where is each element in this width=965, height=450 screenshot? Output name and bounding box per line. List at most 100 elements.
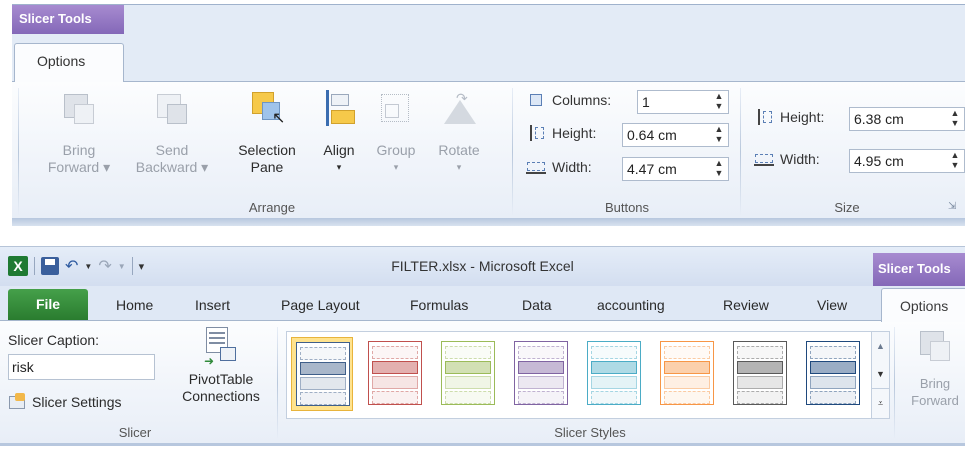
swatch-bar (664, 346, 710, 359)
size-height-value: 6.38 cm (854, 111, 904, 127)
rotate-icon: ↷ (440, 90, 478, 128)
height-icon (754, 109, 774, 125)
swatch-bar (445, 376, 491, 389)
button-width-value: 4.47 cm (627, 161, 677, 177)
size-width-label: Width: (780, 151, 820, 167)
button-width-spin-arrows[interactable]: ▲ ▼ (710, 158, 728, 180)
swatch-bar (300, 377, 346, 390)
tab-page-layout[interactable]: Page Layout (281, 297, 360, 313)
swatch-bar (445, 391, 491, 404)
swatch-bar (518, 346, 564, 359)
size-dialog-launcher-icon[interactable]: ⇲ (948, 201, 956, 212)
slicer-style-swatch[interactable] (802, 337, 864, 411)
columns-value: 1 (642, 94, 650, 110)
slicer-styles-gallery: ▲ ▼ ⩡ (286, 331, 890, 419)
tab-file[interactable]: File (8, 289, 88, 320)
slicer-style-swatch[interactable] (364, 337, 426, 411)
align-icon (320, 90, 358, 128)
slicer-settings-button[interactable]: Slicer Settings (8, 393, 121, 411)
gallery-scroll-up-icon[interactable]: ▲ (872, 332, 889, 360)
swatch-bar (518, 361, 564, 374)
tab-review[interactable]: Review (723, 297, 769, 313)
bring-forward-label-2: Forward ▾ (47, 159, 111, 175)
align-button[interactable]: Align ▾ (314, 90, 364, 176)
columns-spinner[interactable]: 1 ▲ ▼ (637, 90, 729, 114)
slicer-style-swatch[interactable] (583, 337, 645, 411)
group-dropdown-arrow: ▾ (393, 162, 399, 172)
ribbon-body: Bring Forward ▾ Send Backward ▾ ↖ Select… (12, 81, 965, 218)
slicer-style-swatch[interactable] (437, 337, 499, 411)
swatch-bar (591, 376, 637, 389)
tab-options[interactable]: Options (14, 43, 124, 82)
tab-insert[interactable]: Insert (195, 297, 230, 313)
size-group-label: Size (834, 200, 860, 215)
rotate-dropdown-arrow: ▾ (456, 162, 462, 172)
swatch-bar (372, 346, 418, 359)
columns-spin-arrows[interactable]: ▲ ▼ (710, 91, 728, 113)
excel-window-ribbon: X ↶ ▼ ↷ ▼ ▾ FILTER.xlsx - Microsoft Exce… (0, 246, 965, 446)
swatch-bar (518, 376, 564, 389)
size-height-spinner[interactable]: 6.38 cm ▲ ▼ (849, 107, 965, 131)
tab-formulas[interactable]: Formulas (410, 297, 468, 313)
ribbon-bottom-edge (0, 443, 965, 446)
tab-accounting[interactable]: accounting (597, 297, 665, 313)
swatch-bar (737, 361, 783, 374)
tab-home[interactable]: Home (116, 297, 153, 313)
slicer-settings-icon (8, 393, 28, 411)
swatch-bar (300, 392, 346, 405)
button-width-label: Width: (552, 159, 592, 175)
group-separator (277, 327, 278, 439)
swatch-bar (445, 361, 491, 374)
slicer-caption-input[interactable]: risk (8, 354, 155, 380)
bring-forward-label: Bring (62, 142, 96, 158)
gallery-more-icon[interactable]: ⩡ (872, 388, 889, 416)
rotate-button[interactable]: ↷ Rotate ▾ (430, 90, 488, 176)
tab-view[interactable]: View (817, 297, 847, 313)
swatch-bar (737, 391, 783, 404)
button-width-row: Width: (526, 159, 592, 175)
button-height-row: Height: (526, 125, 596, 141)
width-icon (754, 151, 774, 167)
pivottable-connections-icon: ➜ (204, 327, 238, 368)
align-dropdown-arrow: ▾ (336, 162, 342, 172)
group-button[interactable]: Group ▾ (368, 90, 424, 176)
swatch-bar (737, 346, 783, 359)
swatch-bar (810, 361, 856, 374)
swatch-bar (372, 361, 418, 374)
slicer-style-swatch[interactable] (656, 337, 718, 411)
button-width-spinner[interactable]: 4.47 cm ▲ ▼ (622, 157, 729, 181)
bring-forward-button[interactable]: Bring Forward ▾ (42, 90, 116, 176)
height-icon (526, 125, 546, 141)
button-height-spinner[interactable]: 0.64 cm ▲ ▼ (622, 123, 729, 147)
size-width-row: Width: (754, 151, 820, 167)
slicer-style-swatch[interactable] (510, 337, 572, 411)
size-width-spinner[interactable]: 4.95 cm ▲ ▼ (849, 149, 965, 173)
size-width-value: 4.95 cm (854, 153, 904, 169)
pivottable-connections-button[interactable]: ➜ PivotTable Connections (173, 327, 269, 405)
slicer-style-swatch[interactable] (729, 337, 791, 411)
group-separator (740, 88, 741, 216)
swatch-bar (372, 391, 418, 404)
send-backward-button[interactable]: Send Backward ▾ (130, 90, 214, 176)
swatch-bar (810, 376, 856, 389)
button-height-spin-arrows[interactable]: ▲ ▼ (710, 124, 728, 146)
ribbon-body: Slicer Caption: risk Slicer Settings ➜ P… (0, 320, 965, 443)
swatch-bar (591, 361, 637, 374)
size-height-spin-arrows[interactable]: ▲ ▼ (946, 108, 964, 130)
columns-icon (526, 92, 546, 108)
bring-forward-button[interactable]: Bring Forward (900, 327, 965, 409)
bring-forward-icon (916, 327, 954, 365)
swatch-bar (300, 362, 346, 375)
gallery-scroll-down-icon[interactable]: ▼ (872, 360, 889, 388)
size-width-spin-arrows[interactable]: ▲ ▼ (946, 150, 964, 172)
send-backward-label-2: Backward ▾ (135, 159, 209, 175)
tab-options[interactable]: Options (881, 288, 965, 322)
slicer-tools-context-header: Slicer Tools (873, 253, 965, 286)
slicer-style-swatch[interactable] (291, 337, 353, 411)
tab-data[interactable]: Data (522, 297, 552, 313)
swatch-bar (591, 391, 637, 404)
ribbon-tabs: File Home Insert Page Layout Formulas Da… (0, 286, 965, 322)
selection-pane-button[interactable]: ↖ Selection Pane (226, 90, 308, 176)
group-icon (377, 90, 415, 128)
send-backward-label: Send (155, 142, 189, 158)
